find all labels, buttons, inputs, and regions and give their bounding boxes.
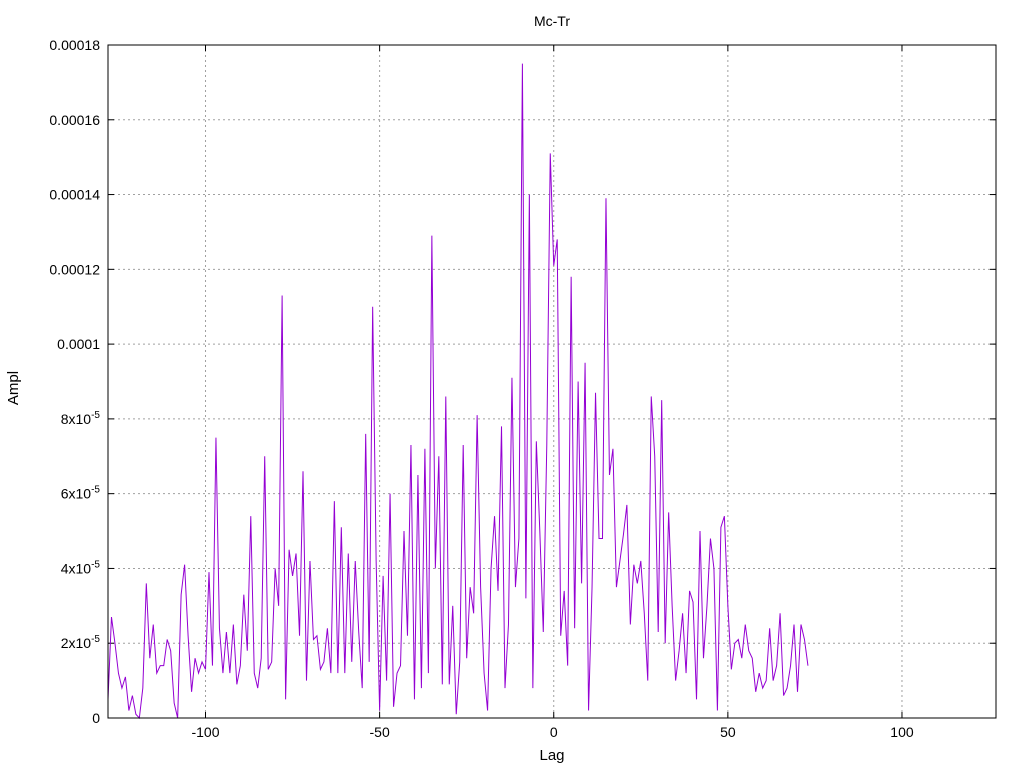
line-chart: 0 2x10-5 4x10-5 6x10-5 8x10-5 0.0001 0.00012 0.… bbox=[5, 13, 997, 764]
x-axis-title: Lag bbox=[539, 747, 564, 764]
chart-title: Mc-Tr bbox=[534, 13, 570, 29]
series-layer bbox=[107, 63, 809, 720]
y-tick-label: 0 bbox=[92, 710, 100, 726]
y-axis-title: Ampl bbox=[5, 371, 22, 405]
y-tick-label: 6x10-5 bbox=[61, 485, 101, 502]
y-tick-label: 0.00018 bbox=[49, 37, 100, 53]
series-line bbox=[107, 63, 809, 720]
y-tick-label: 0.00014 bbox=[49, 187, 100, 203]
x-tick-label: -50 bbox=[370, 724, 390, 740]
y-tick-label: 2x10-5 bbox=[61, 634, 101, 651]
grid-layer bbox=[108, 45, 996, 718]
y-tick-label: 0.0001 bbox=[57, 336, 100, 352]
plot-frame bbox=[107, 44, 997, 719]
y-tick-label: 0.00012 bbox=[49, 261, 100, 277]
y-tick-label: 8x10-5 bbox=[61, 410, 101, 427]
x-tick-label: 50 bbox=[720, 724, 736, 740]
x-tick-label: -100 bbox=[191, 724, 219, 740]
y-tick-label: 4x10-5 bbox=[61, 559, 101, 576]
y-tick-label: 0.00016 bbox=[49, 112, 100, 128]
x-tick-label: 100 bbox=[890, 724, 914, 740]
x-tick-label: 0 bbox=[550, 724, 558, 740]
